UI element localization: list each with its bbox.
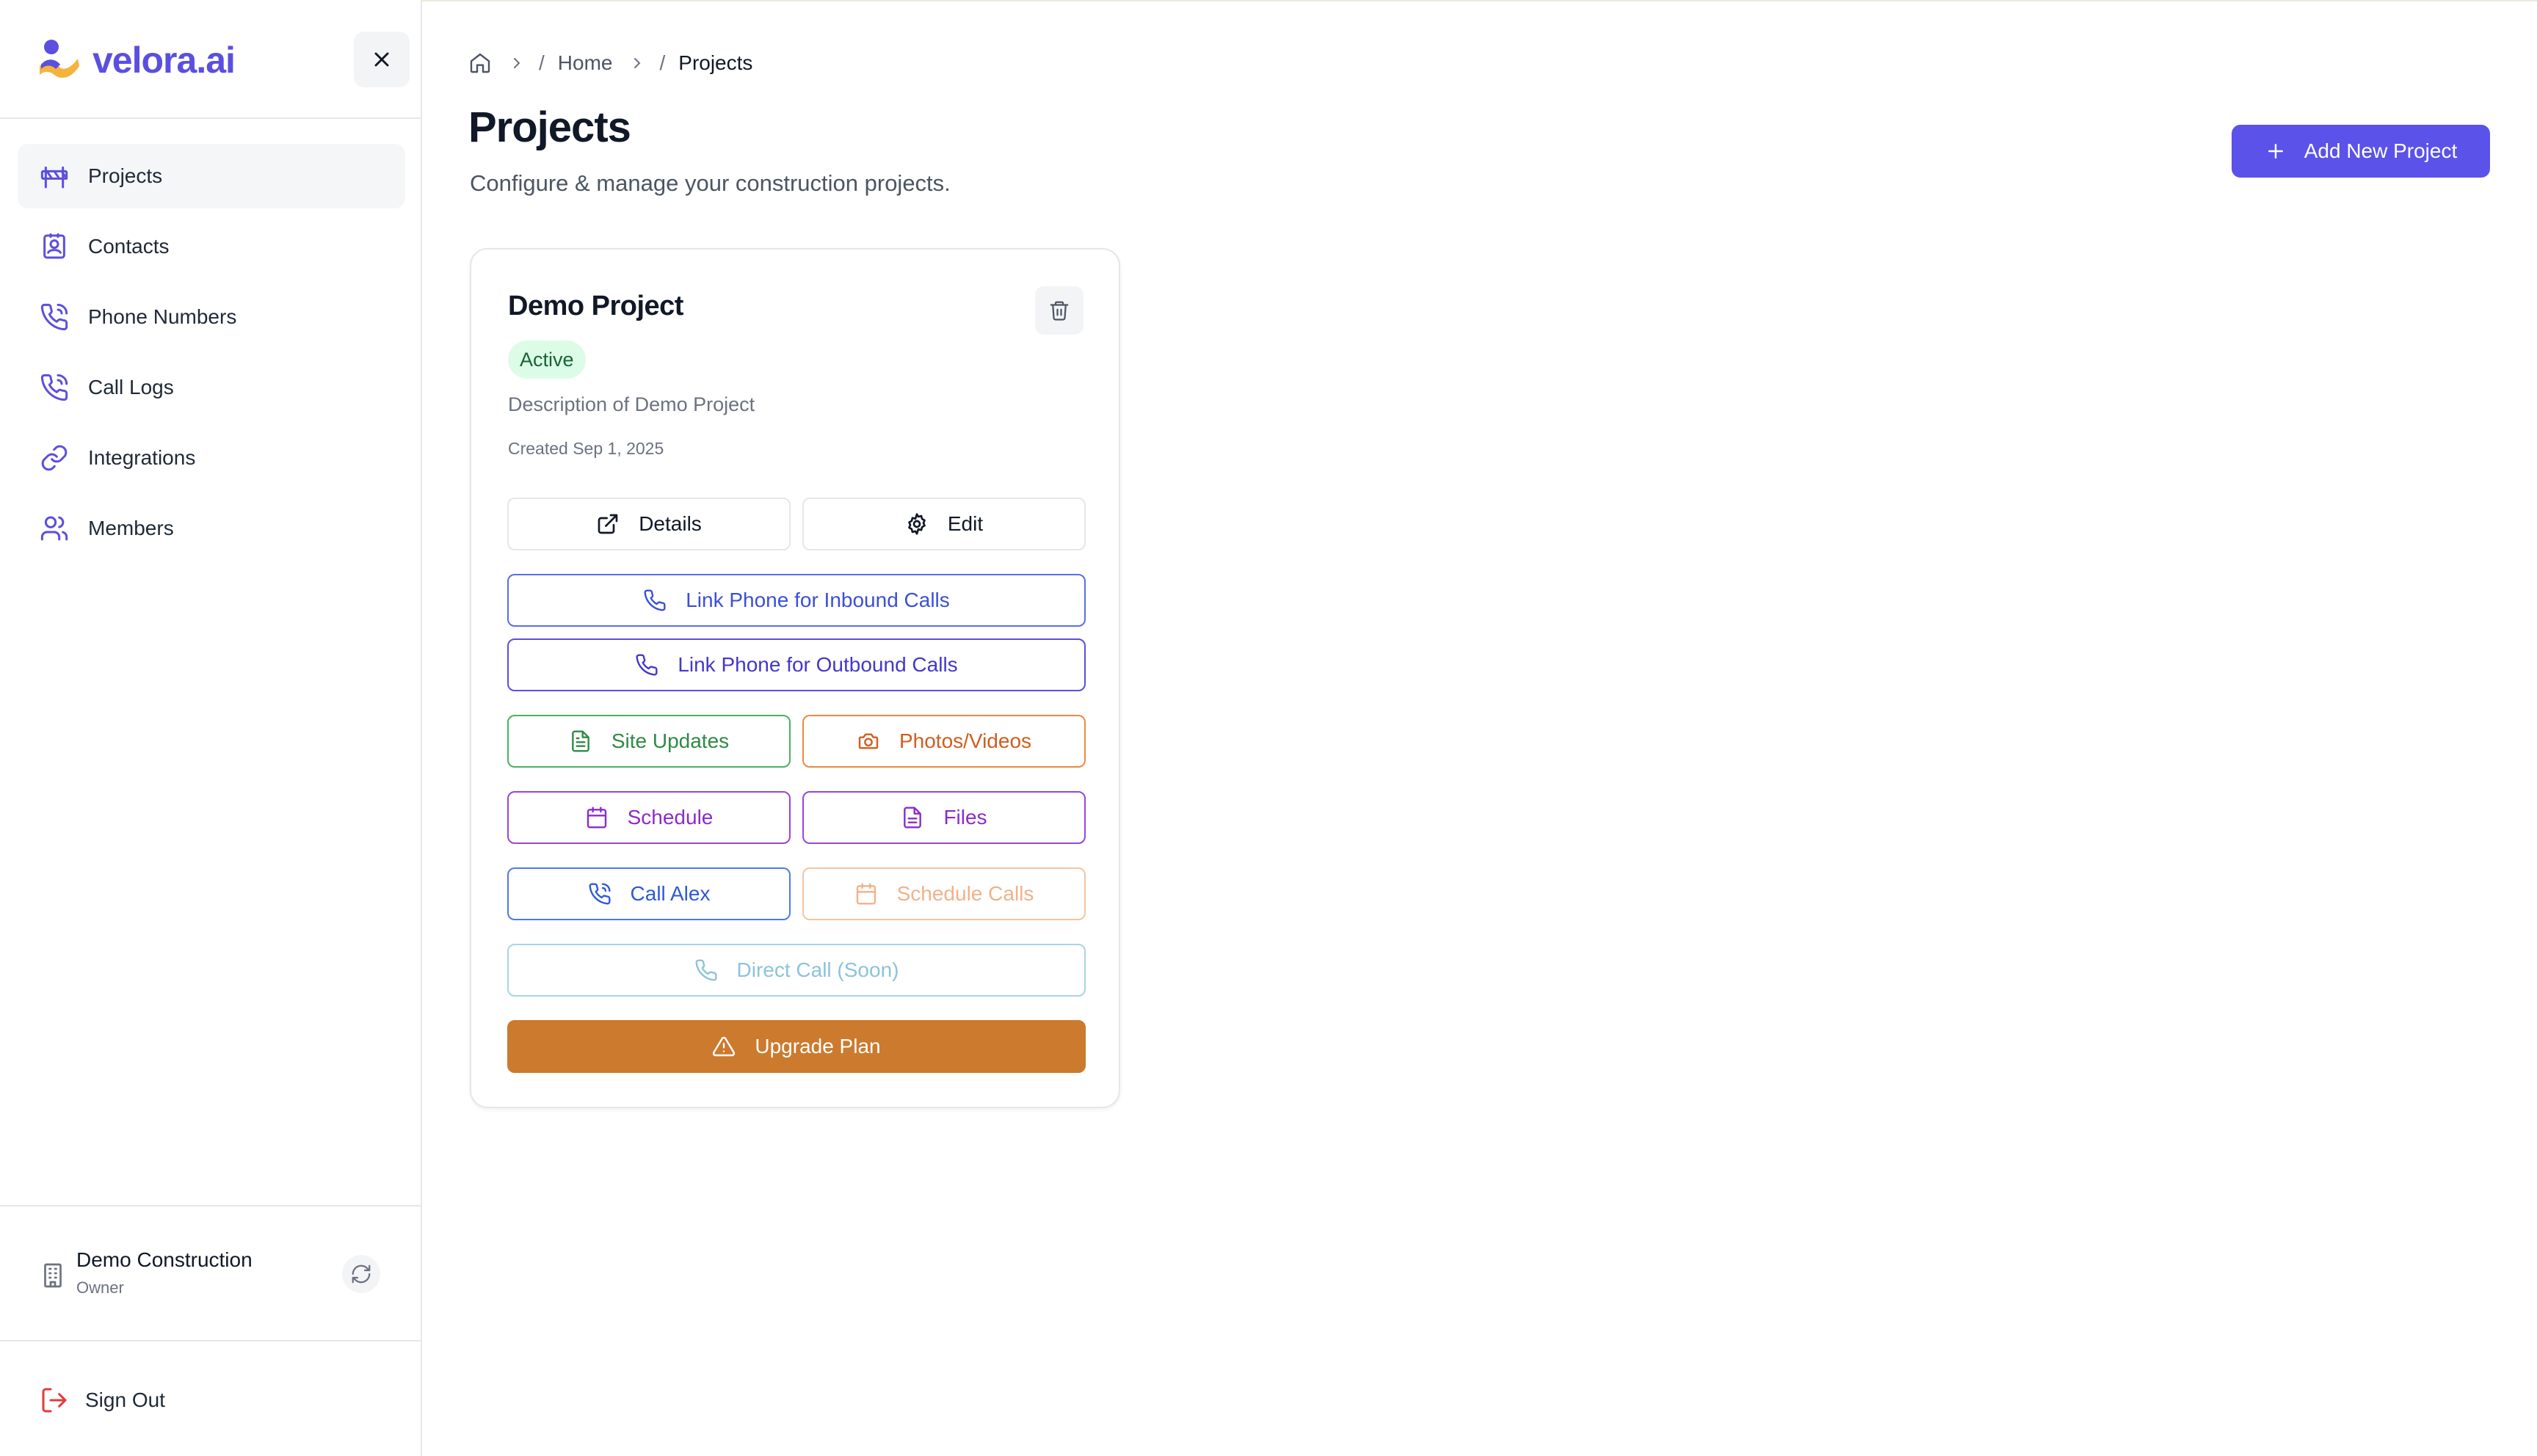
project-description: Description of Demo Project bbox=[508, 393, 755, 415]
file-icon bbox=[901, 806, 924, 829]
sidebar-item-contacts[interactable]: Contacts bbox=[18, 214, 405, 279]
organization-switcher: Demo Construction Owner bbox=[0, 1205, 422, 1340]
gear-icon bbox=[905, 512, 929, 536]
direct-call-label: Direct Call (Soon) bbox=[736, 958, 899, 981]
brand[interactable]: velora.ai bbox=[35, 37, 236, 84]
sidebar-item-label: Phone Numbers bbox=[88, 305, 237, 328]
status-badge: Active bbox=[508, 341, 586, 379]
edit-label: Edit bbox=[947, 512, 984, 535]
home-icon[interactable] bbox=[468, 51, 492, 75]
refresh-icon bbox=[352, 1264, 371, 1284]
edit-button[interactable]: Edit bbox=[802, 498, 1086, 550]
photos-videos-label: Photos/Videos bbox=[899, 729, 1032, 752]
call-alex-button[interactable]: Call Alex bbox=[507, 867, 791, 920]
link-outbound-label: Link Phone for Outbound Calls bbox=[678, 653, 958, 676]
plus-icon bbox=[2265, 140, 2287, 162]
trash-icon bbox=[1050, 301, 1069, 321]
link-icon bbox=[40, 443, 69, 473]
external-link-icon bbox=[596, 512, 620, 536]
projects-icon bbox=[40, 161, 69, 191]
add-new-project-button[interactable]: Add New Project bbox=[2232, 125, 2490, 178]
organization-role: Owner bbox=[76, 1278, 124, 1297]
chevron-right-icon bbox=[508, 54, 526, 72]
organization-name: Demo Construction bbox=[76, 1248, 253, 1271]
camera-icon bbox=[857, 729, 880, 753]
project-title: Demo Project bbox=[508, 291, 683, 321]
breadcrumb: / Home / Projects bbox=[468, 48, 752, 78]
sidebar-item-projects[interactable]: Projects bbox=[18, 144, 405, 208]
calendar-icon bbox=[854, 882, 878, 906]
warning-icon bbox=[712, 1035, 736, 1058]
building-icon bbox=[40, 1262, 66, 1289]
upgrade-plan-button[interactable]: Upgrade Plan bbox=[507, 1020, 1086, 1073]
sidebar: velora.ai Projects Contacts Phone Number… bbox=[0, 0, 422, 1456]
velora-logo-icon bbox=[35, 37, 82, 84]
page-title: Projects bbox=[468, 103, 631, 151]
breadcrumb-current: Projects bbox=[678, 51, 753, 74]
upgrade-plan-label: Upgrade Plan bbox=[755, 1035, 881, 1058]
link-inbound-label: Link Phone for Inbound Calls bbox=[686, 589, 950, 611]
phone-call-icon bbox=[588, 882, 611, 906]
schedule-calls-button[interactable]: Schedule Calls bbox=[802, 867, 1086, 920]
site-updates-label: Site Updates bbox=[611, 729, 730, 752]
phone-icon bbox=[643, 589, 667, 612]
sidebar-nav: Projects Contacts Phone Numbers Call Log… bbox=[18, 144, 405, 567]
sidebar-item-label: Integrations bbox=[88, 446, 196, 469]
sidebar-divider bbox=[0, 1340, 422, 1342]
files-label: Files bbox=[943, 806, 987, 829]
calendar-icon bbox=[585, 806, 609, 829]
sidebar-divider bbox=[0, 117, 422, 119]
phone-icon bbox=[635, 653, 658, 677]
app-root: velora.ai Projects Contacts Phone Number… bbox=[0, 0, 2537, 1456]
link-inbound-phone-button[interactable]: Link Phone for Inbound Calls bbox=[507, 574, 1086, 627]
details-button[interactable]: Details bbox=[507, 498, 791, 550]
add-new-project-label: Add New Project bbox=[2304, 139, 2458, 162]
switch-organization-button[interactable] bbox=[342, 1255, 380, 1293]
call-alex-label: Call Alex bbox=[630, 882, 711, 905]
brand-name: velora.ai bbox=[92, 40, 236, 81]
breadcrumb-separator: / bbox=[659, 51, 666, 74]
sign-out-button[interactable]: Sign Out bbox=[40, 1380, 165, 1421]
phone-numbers-icon bbox=[40, 302, 69, 332]
project-created-date: Created Sep 1, 2025 bbox=[508, 439, 664, 458]
members-icon bbox=[40, 514, 69, 543]
sidebar-item-label: Members bbox=[88, 517, 174, 539]
sidebar-item-label: Call Logs bbox=[88, 376, 174, 398]
project-card: Demo Project Active Description of Demo … bbox=[470, 248, 1120, 1108]
sidebar-item-label: Contacts bbox=[88, 235, 170, 258]
sign-out-icon bbox=[42, 1388, 67, 1413]
contacts-icon bbox=[40, 232, 69, 261]
sidebar-item-label: Projects bbox=[88, 164, 163, 187]
sidebar-item-call-logs[interactable]: Call Logs bbox=[18, 355, 405, 420]
chevron-right-icon bbox=[628, 54, 646, 72]
files-button[interactable]: Files bbox=[802, 791, 1086, 844]
breadcrumb-home[interactable]: Home bbox=[558, 51, 613, 75]
document-icon bbox=[569, 729, 592, 753]
sidebar-item-phone-numbers[interactable]: Phone Numbers bbox=[18, 285, 405, 349]
sidebar-item-integrations[interactable]: Integrations bbox=[18, 426, 405, 490]
call-logs-icon bbox=[40, 373, 69, 402]
site-updates-button[interactable]: Site Updates bbox=[507, 715, 791, 768]
close-icon bbox=[374, 52, 389, 67]
photos-videos-button[interactable]: Photos/Videos bbox=[802, 715, 1086, 768]
breadcrumb-separator: / bbox=[539, 51, 545, 74]
close-sidebar-button[interactable] bbox=[354, 32, 410, 87]
details-label: Details bbox=[639, 512, 702, 535]
schedule-calls-label: Schedule Calls bbox=[896, 882, 1034, 905]
sidebar-item-members[interactable]: Members bbox=[18, 496, 405, 561]
phone-icon bbox=[694, 958, 718, 982]
sign-out-label: Sign Out bbox=[85, 1388, 165, 1411]
direct-call-button[interactable]: Direct Call (Soon) bbox=[507, 944, 1086, 997]
page-subtitle: Configure & manage your construction pro… bbox=[470, 170, 951, 196]
link-outbound-phone-button[interactable]: Link Phone for Outbound Calls bbox=[507, 638, 1086, 691]
delete-project-button[interactable] bbox=[1035, 286, 1084, 335]
schedule-label: Schedule bbox=[627, 806, 714, 829]
schedule-button[interactable]: Schedule bbox=[507, 791, 791, 844]
